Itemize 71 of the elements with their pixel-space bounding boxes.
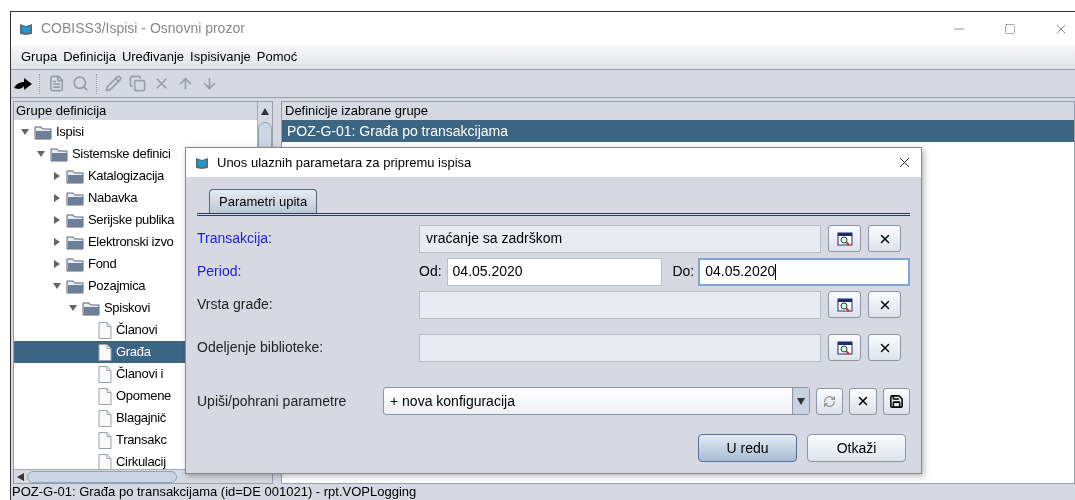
expanded-arrow-icon[interactable] [36, 150, 46, 158]
dialog-button[interactable]: Otkaži [807, 434, 906, 462]
collapsed-arrow-icon[interactable] [52, 194, 62, 202]
folder-icon [50, 146, 68, 162]
lookup-icon [836, 297, 853, 312]
dialog-title: Unos ulaznih parametara za pripremu ispisa [217, 153, 472, 172]
collapsed-arrow-icon[interactable] [52, 238, 62, 246]
document-icon [98, 409, 112, 427]
document-icon [98, 321, 112, 339]
lookup-button[interactable] [828, 291, 861, 318]
clear-button[interactable] [849, 387, 877, 415]
configuration-dropdown[interactable]: + nova konfiguracija [383, 387, 810, 415]
lookup-icon [836, 231, 853, 246]
scroll-up-arrow-icon[interactable] [261, 107, 269, 115]
document-icon [98, 431, 112, 449]
folder-icon [82, 300, 100, 316]
folder-icon [66, 278, 84, 294]
to-label: Do: [672, 262, 695, 281]
lookup-button[interactable] [828, 225, 861, 252]
document-icon [98, 365, 112, 383]
menu-item[interactable]: Definicija [63, 47, 116, 67]
definition-item[interactable]: POZ-G-01: Građa po transakcijama [282, 120, 1074, 142]
collapsed-arrow-icon[interactable] [52, 260, 62, 268]
tab[interactable]: Parametri upita [209, 189, 318, 213]
clear-button[interactable] [868, 334, 901, 361]
clear-icon [856, 394, 870, 408]
field-label: Transakcija: [197, 229, 273, 248]
app-logo-icon [19, 21, 33, 36]
panel-header: Grupe definicija [15, 102, 108, 120]
window-title: COBISS3/Ispisi - Osnovni prozor [41, 19, 245, 38]
document-icon [98, 343, 112, 361]
from-label: Od: [419, 262, 442, 281]
folder-icon [66, 212, 84, 228]
menu-item[interactable]: Grupa [21, 47, 58, 67]
tree-item[interactable]: Ispisi [14, 121, 257, 143]
field-label: Upiši/pohrani parametre [197, 391, 348, 411]
folder-icon [66, 234, 84, 250]
tree-item[interactable]: Cirkulacij [14, 451, 257, 469]
lookup-field[interactable] [419, 290, 821, 319]
save-button[interactable] [882, 387, 910, 415]
refresh-icon [823, 394, 837, 408]
menu-item[interactable]: Uređivanje [121, 47, 185, 67]
lookup-button[interactable] [828, 334, 861, 361]
scroll-left-arrow-icon[interactable] [17, 472, 24, 481]
document-icon [98, 387, 112, 405]
date-field[interactable]: 04.05.2020 [446, 257, 663, 286]
expanded-arrow-icon[interactable] [20, 128, 30, 136]
clear-button[interactable] [868, 225, 901, 252]
folder-icon [66, 256, 84, 272]
lookup-field[interactable]: vraćanje sa zadrškom [419, 224, 821, 253]
dialog-button[interactable]: U redu [698, 434, 797, 462]
folder-icon [66, 168, 84, 184]
clear-button[interactable] [868, 291, 901, 318]
tree-item[interactable]: Članovi [14, 319, 257, 341]
reload-button[interactable] [815, 387, 844, 415]
collapsed-arrow-icon[interactable] [52, 172, 62, 180]
tree-item[interactable]: Transakc [14, 429, 257, 451]
lookup-icon [836, 340, 853, 355]
expanded-arrow-icon[interactable] [52, 282, 62, 290]
lookup-field[interactable] [419, 333, 821, 362]
menu-item[interactable]: Ispisivanje [190, 47, 251, 67]
folder-icon [66, 190, 84, 206]
field-label: Vrsta građe: [197, 295, 274, 314]
panel-header: Definicije izabrane grupe [284, 102, 430, 120]
app-logo-icon [195, 155, 209, 170]
folder-icon [34, 124, 52, 140]
date-field[interactable]: 04.05.2020 [698, 257, 910, 286]
tree-item[interactable]: Članovi i [14, 363, 257, 385]
expanded-arrow-icon[interactable] [68, 304, 78, 312]
collapsed-arrow-icon[interactable] [52, 216, 62, 224]
menu-item[interactable]: Pomoć [256, 47, 298, 67]
